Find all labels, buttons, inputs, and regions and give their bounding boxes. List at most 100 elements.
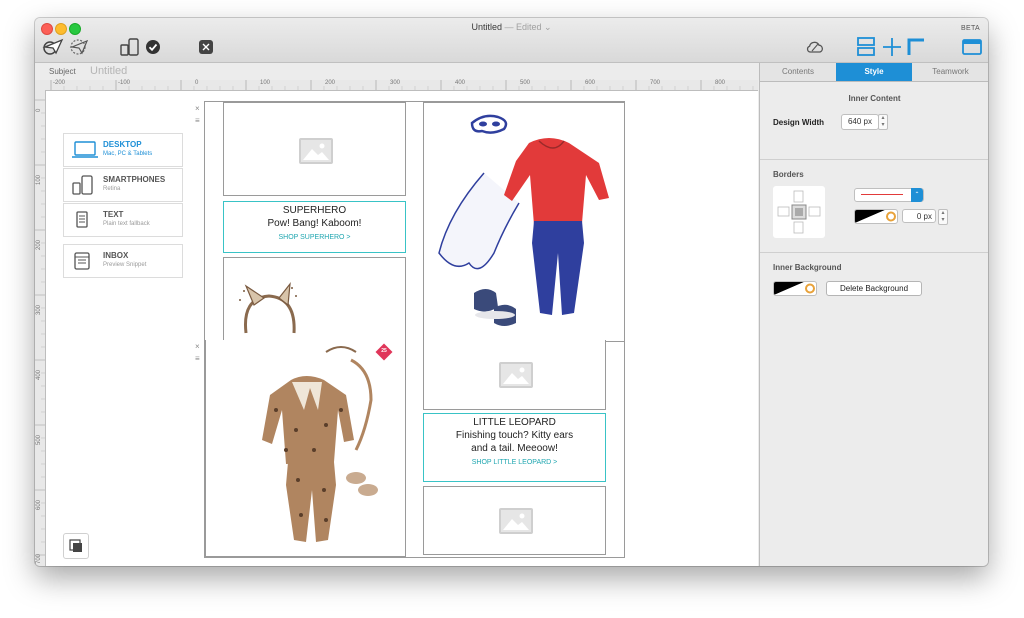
row-drag-handle-icon[interactable]: ≡ xyxy=(195,116,200,125)
layout-blocks-icon xyxy=(857,37,875,56)
inspector-panel: Contents Style Teamwork Inner Content De… xyxy=(759,63,988,566)
ruler-label: 500 xyxy=(36,434,42,445)
inspector-toggle-button[interactable] xyxy=(960,36,984,58)
tab-teamwork[interactable]: Teamwork xyxy=(912,63,988,81)
subject-bar: Subject Untitled xyxy=(35,63,758,81)
check-button[interactable] xyxy=(143,36,163,58)
tab-contents[interactable]: Contents xyxy=(760,63,836,81)
superhero-body: Pow! Bang! Kaboom! xyxy=(267,218,362,229)
move-tool-button[interactable] xyxy=(880,36,904,58)
ruler-label: 400 xyxy=(455,80,466,86)
text-document-icon xyxy=(76,211,88,228)
image-icon xyxy=(499,362,533,388)
beta-label: BETA xyxy=(961,25,980,32)
border-width-field[interactable]: 0 px xyxy=(902,209,936,223)
ruler-label: 500 xyxy=(520,80,531,86)
superhero-outfit-image[interactable] xyxy=(423,102,625,342)
chevron-updown-icon: ⌃ xyxy=(911,188,923,202)
superhero-heading: SUPERHERO xyxy=(282,205,347,216)
subject-input[interactable]: Untitled xyxy=(90,65,127,77)
inbox-icon xyxy=(74,252,90,270)
little-leopard-text-block[interactable]: LITTLE LEOPARD Finishing touch? Kitty ea… xyxy=(423,413,606,482)
device-subtitle: Plain text fallback xyxy=(103,221,150,227)
inner-background-section: Inner Background Delete Background xyxy=(760,253,988,303)
border-sides-selector[interactable] xyxy=(773,186,825,238)
device-smartphones[interactable]: SMARTPHONES Retina xyxy=(63,168,183,202)
border-width-stepper[interactable]: ▴ ▾ xyxy=(938,209,948,225)
ruler-label: 300 xyxy=(36,304,42,315)
send-test-button[interactable] xyxy=(40,36,66,58)
send-campaign-icon xyxy=(69,39,89,55)
leopard-outfit-icon xyxy=(262,346,378,542)
cat-ears-image[interactable] xyxy=(223,257,406,342)
cloud-icon xyxy=(806,41,823,53)
ruler-label: 400 xyxy=(36,369,42,380)
app-window: Untitled — Edited ⌄ BETA Subject Untitle… xyxy=(35,18,988,566)
vertical-ruler: 0 100 200 300 400 500 600 700 xyxy=(35,90,46,566)
ruler-label: 300 xyxy=(390,80,401,86)
image-placeholder[interactable] xyxy=(223,102,406,196)
ruler-label: 700 xyxy=(650,80,661,86)
background-color-well[interactable] xyxy=(773,281,817,296)
leopard-outfit-image[interactable]: 25 xyxy=(205,340,406,557)
email-canvas: DESKTOP Mac, PC & Tablets SMARTPHONES Re… xyxy=(46,91,758,566)
inner-background-title: Inner Background xyxy=(773,263,842,272)
tab-style[interactable]: Style xyxy=(836,63,912,81)
border-style-dropdown[interactable]: ⌃ xyxy=(854,188,924,202)
preview-devices-button[interactable] xyxy=(118,36,142,58)
superhero-outfit-icon xyxy=(438,114,609,326)
device-inbox[interactable]: INBOX Preview Snippet xyxy=(63,244,183,278)
laptop-icon xyxy=(72,141,98,158)
email-template: SUPERHERO Pow! Bang! Kaboom! SHOP SUPERH… xyxy=(204,101,625,558)
ruler-label: -100 xyxy=(118,80,131,86)
badge-label: 25 xyxy=(381,348,387,354)
device-subtitle: Retina xyxy=(103,186,121,192)
shop-little-leopard-link[interactable]: SHOP LITTLE LEOPARD > xyxy=(424,459,605,466)
design-width-field[interactable]: 640 px xyxy=(841,114,879,130)
image-icon xyxy=(499,508,533,534)
device-title: DESKTOP xyxy=(103,140,142,149)
row-delete-icon[interactable]: × xyxy=(195,342,200,351)
border-color-well[interactable] xyxy=(854,209,898,224)
image-icon xyxy=(299,138,333,164)
design-width-label: Design Width xyxy=(773,118,825,127)
device-desktop[interactable]: DESKTOP Mac, PC & Tablets xyxy=(63,133,183,167)
checkmark-circle-icon xyxy=(146,40,160,54)
layers-icon xyxy=(69,539,82,552)
ruler-label: 200 xyxy=(325,80,336,86)
ruler-label: -200 xyxy=(53,80,66,86)
ruler-corner-icon xyxy=(907,38,924,55)
ruler-toggle-button[interactable] xyxy=(905,36,927,58)
ruler-label: 800 xyxy=(715,80,726,86)
ruler-label: 0 xyxy=(36,108,42,112)
send-campaign-button[interactable] xyxy=(66,36,92,58)
device-title: TEXT xyxy=(103,210,124,219)
image-placeholder[interactable] xyxy=(423,486,606,555)
row-drag-handle-icon[interactable]: ≡ xyxy=(195,354,200,363)
layers-button[interactable] xyxy=(63,533,89,559)
spam-test-button[interactable] xyxy=(195,36,217,58)
delete-background-button[interactable]: Delete Background xyxy=(826,281,922,296)
device-title: SMARTPHONES xyxy=(103,175,166,184)
border-sides-icon xyxy=(777,190,821,234)
superhero-text-block[interactable]: SUPERHERO Pow! Bang! Kaboom! SHOP SUPERH… xyxy=(223,201,406,253)
row-delete-icon[interactable]: × xyxy=(195,104,200,113)
title-bar: Untitled — Edited ⌄ BETA xyxy=(35,18,988,63)
ruler-label: 100 xyxy=(260,80,271,86)
borders-title: Borders xyxy=(773,170,804,179)
cat-ears-headband-icon xyxy=(239,282,297,334)
shop-superhero-link[interactable]: SHOP SUPERHERO > xyxy=(224,234,405,241)
borders-section: Borders ⌃ 0 px ▴ ▾ xyxy=(760,160,988,253)
ruler-label: 100 xyxy=(36,174,42,185)
layout-toggle-button[interactable] xyxy=(853,36,879,58)
window-title: Untitled — Edited ⌄ xyxy=(471,22,552,32)
image-placeholder[interactable] xyxy=(423,340,606,410)
cloud-sync-button[interactable] xyxy=(803,36,827,58)
inner-content-title: Inner Content xyxy=(848,94,901,103)
device-subtitle: Preview Snippet xyxy=(103,262,147,268)
device-text[interactable]: TEXT Plain text fallback xyxy=(63,203,183,237)
design-width-stepper[interactable]: ▴ ▾ xyxy=(878,114,888,130)
sidebar-panel-icon xyxy=(962,39,982,55)
little-leopard-body-line1: Finishing touch? Kitty ears xyxy=(455,430,574,441)
little-leopard-body-line2: and a tail. Meeoow! xyxy=(471,443,558,454)
